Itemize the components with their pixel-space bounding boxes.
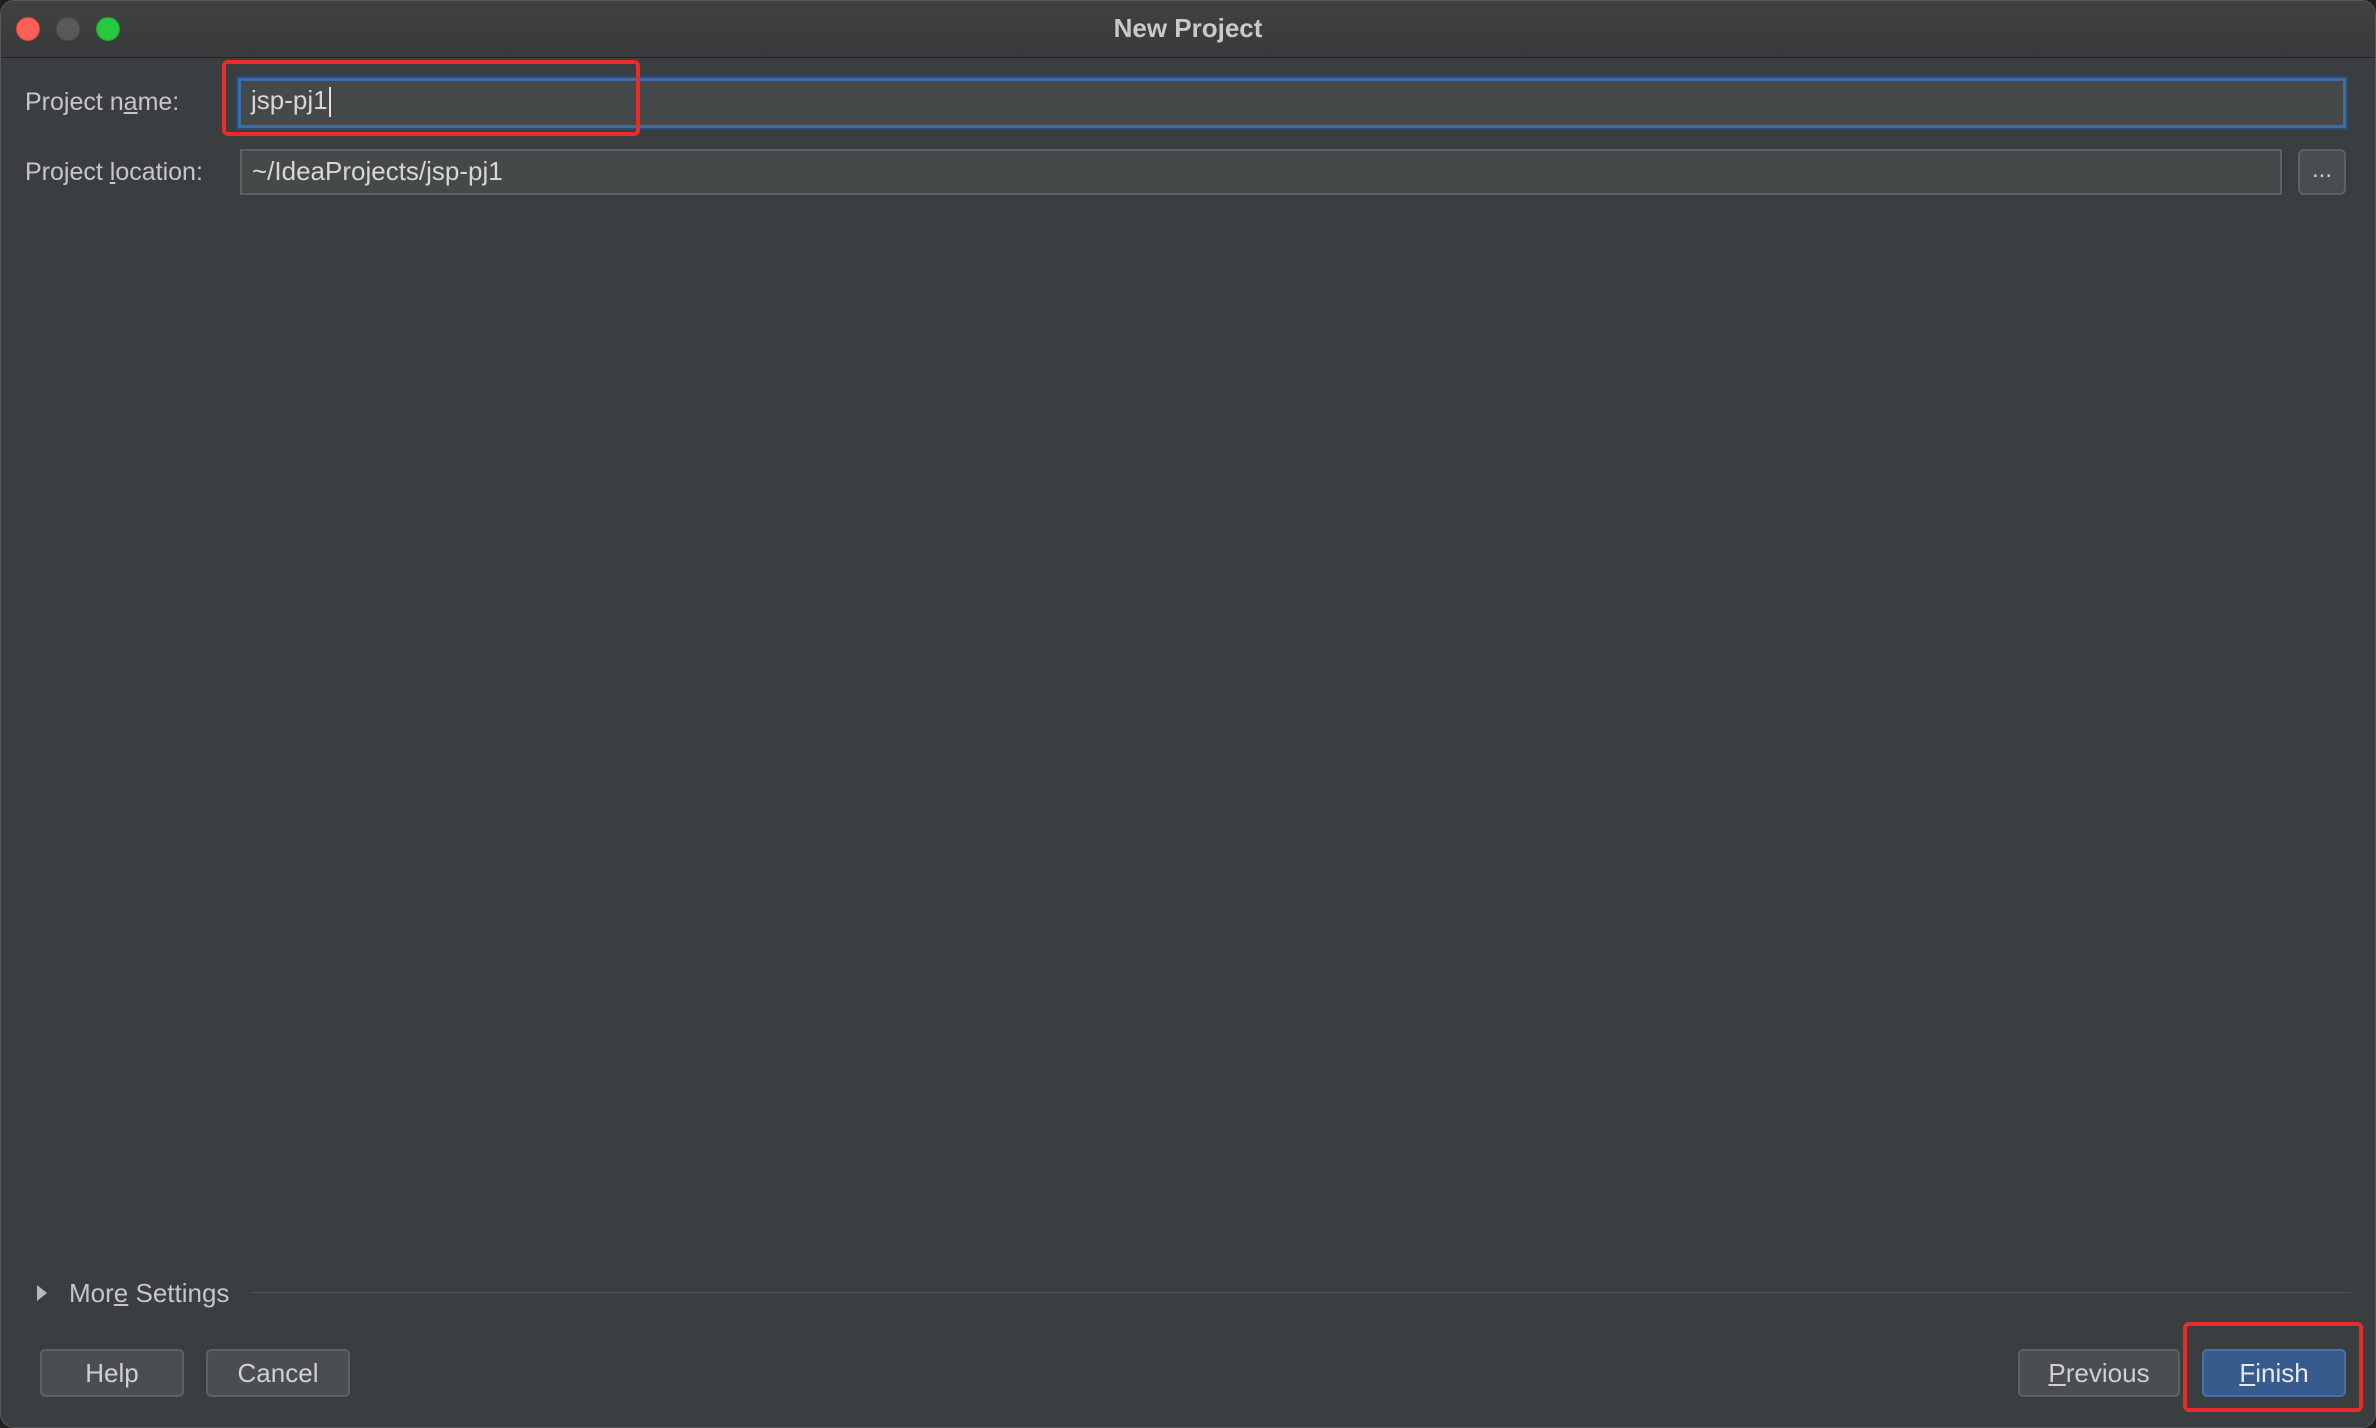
project-name-label-mnemonic: a xyxy=(123,88,138,116)
more-settings-label-mnemonic: e xyxy=(113,1277,129,1308)
finish-mnemonic: F xyxy=(2239,1358,2256,1388)
project-location-label-part: ocation: xyxy=(115,158,203,186)
title-bar: New Project xyxy=(1,1,2375,58)
finish-button[interactable]: Finish xyxy=(2202,1349,2346,1397)
more-settings-toggle[interactable]: More Settings xyxy=(31,1273,229,1313)
cancel-button[interactable]: Cancel xyxy=(206,1349,350,1397)
project-name-label: Project name: xyxy=(25,88,179,117)
expand-triangle-icon xyxy=(37,1285,47,1301)
text-caret xyxy=(328,87,331,118)
new-project-dialog: New Project Project name: jsp-pj1 Projec… xyxy=(0,0,2376,1428)
previous-button[interactable]: Previous xyxy=(2018,1349,2180,1397)
project-location-label: Project location: xyxy=(25,158,203,187)
project-name-input[interactable]: jsp-pj1 xyxy=(238,78,2346,128)
browse-location-button[interactable]: ... xyxy=(2298,149,2346,195)
previous-label: revious xyxy=(2065,1358,2150,1388)
project-name-label-part: Project n xyxy=(25,88,124,116)
more-settings-label-part: Mor xyxy=(69,1277,114,1308)
more-settings-label-part: Settings xyxy=(128,1277,230,1308)
more-settings-divider xyxy=(251,1292,2351,1293)
project-name-label-part: me: xyxy=(137,88,180,116)
window-title: New Project xyxy=(1113,13,1263,43)
project-location-input[interactable]: ~/IdeaProjects/jsp-pj1 xyxy=(240,149,2282,195)
project-location-value: ~/IdeaProjects/jsp-pj1 xyxy=(252,156,503,186)
more-settings-label: More Settings xyxy=(69,1278,229,1309)
help-button[interactable]: Help xyxy=(40,1349,184,1397)
project-location-label-part: Project xyxy=(25,158,110,186)
project-name-value: jsp-pj1 xyxy=(251,85,328,115)
previous-mnemonic: P xyxy=(2048,1358,2066,1388)
finish-label: inish xyxy=(2255,1358,2309,1388)
